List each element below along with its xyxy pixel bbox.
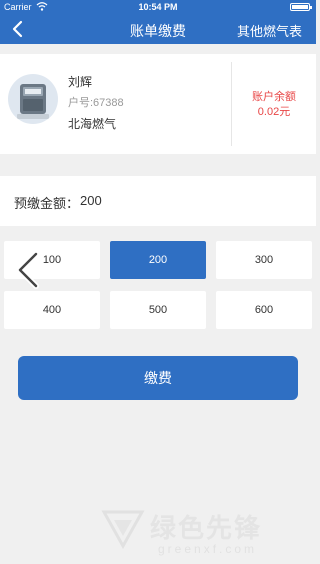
balance-label: 账户余额 [252,91,296,103]
status-bar: Carrier 10:54 PM [0,0,316,14]
gas-company: 北海燃气 [68,117,117,131]
user-name: 刘辉 [68,75,93,89]
watermark-url: greenxf.com [158,542,258,556]
account-card: 刘辉 户号:67388 北海燃气 账户余额 0.02元 [0,54,316,154]
swipe-back-chevron-icon[interactable] [14,250,44,290]
nav-bar: 账单缴费 其他燃气表 [0,14,316,44]
battery-icon [290,3,312,11]
house-number: 户号:67388 [68,97,124,109]
prepay-value: 200 [80,193,102,208]
gas-meter-avatar [8,74,58,124]
watermark: 绿色先锋 greenxf.com [100,500,310,560]
balance-value: 0.02元 [257,106,291,118]
other-gas-meter-button[interactable]: 其他燃气表 [237,21,302,40]
gas-meter-icon [17,84,49,119]
watermark-text: 绿色先锋 [150,513,263,543]
pay-button[interactable]: 缴费 [18,356,298,400]
status-time: 10:54 PM [138,2,178,12]
amount-option-500[interactable]: 500 [110,291,206,329]
watermark-logo-icon [101,510,145,550]
amount-option-200[interactable]: 200 [110,241,206,279]
amount-option-300[interactable]: 300 [216,241,312,279]
amount-option-600[interactable]: 600 [216,291,312,329]
prepay-label: 预缴金额： [14,196,80,211]
amount-option-400[interactable]: 400 [4,291,100,329]
prepay-amount-row: 预缴金额： 200 [0,176,316,226]
